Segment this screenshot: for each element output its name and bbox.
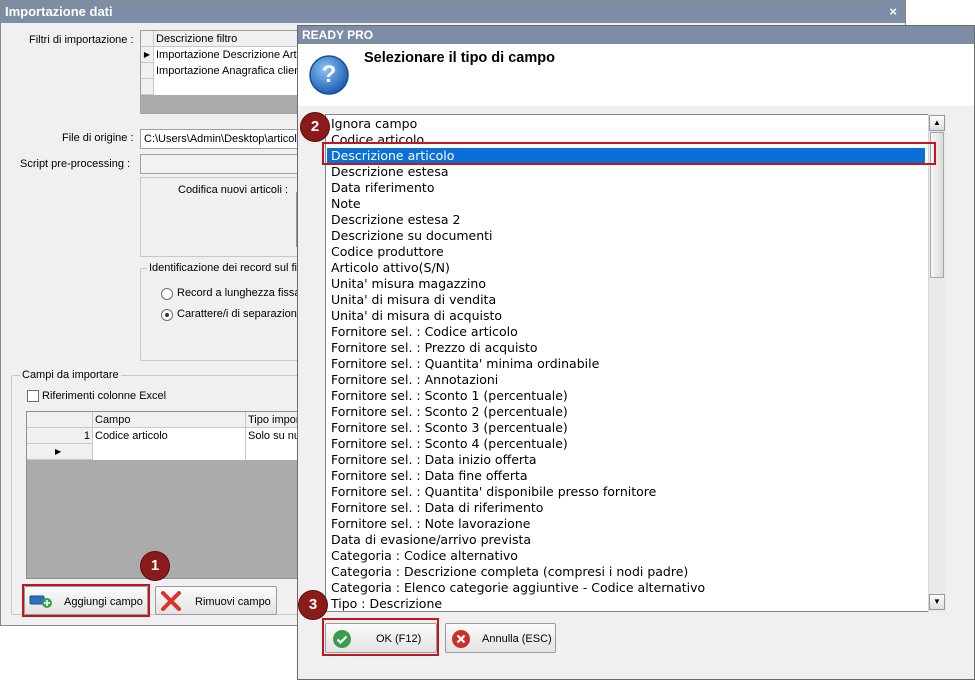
list-item[interactable]: Fornitore sel. : Codice articolo xyxy=(331,324,518,340)
question-mark: ? xyxy=(321,61,337,88)
remove-field-icon xyxy=(160,591,182,614)
radio-fixed-length-label: Record a lunghezza fissa xyxy=(177,287,301,299)
list-item[interactable]: Fornitore sel. : Data fine offerta xyxy=(331,468,528,484)
table-new-row[interactable] xyxy=(93,444,246,460)
scroll-up-icon[interactable]: ▲ xyxy=(929,115,945,131)
list-item[interactable]: Articolo attivo(S/N) xyxy=(331,260,450,276)
filters-grid[interactable]: Descrizione filtro ▶ Importazione Descri… xyxy=(140,30,300,114)
origin-file-field[interactable]: C:\Users\Admin\Desktop\articoli xyxy=(140,129,300,149)
scroll-down-icon[interactable]: ▼ xyxy=(929,594,945,610)
highlight-ok-button xyxy=(322,618,439,656)
row-number: 1 xyxy=(27,428,93,444)
list-item[interactable]: Descrizione estesa xyxy=(331,164,449,180)
list-item[interactable]: Fornitore sel. : Sconto 2 (percentuale) xyxy=(331,404,568,420)
list-item[interactable]: Fornitore sel. : Quantita' minima ordina… xyxy=(331,356,599,372)
radio-separator-label: Carattere/i di separazione xyxy=(177,308,303,320)
dialog-heading: Selezionare il tipo di campo xyxy=(364,50,555,66)
import-window-titlebar: Importazione dati xyxy=(1,1,905,23)
identification-label: Identificazione dei record sul file xyxy=(147,262,308,274)
table-cell-tipo[interactable]: Solo su nu xyxy=(246,428,300,444)
script-label: Script pre-processing : xyxy=(20,158,131,170)
grid-corner xyxy=(141,31,154,47)
filters-header: Descrizione filtro xyxy=(154,31,299,47)
excel-checkbox-label: Riferimenti colonne Excel xyxy=(42,390,167,402)
list-item[interactable]: Fornitore sel. : Quantita' disponibile p… xyxy=(331,484,656,500)
list-item[interactable]: Fornitore sel. : Note lavorazione xyxy=(331,516,530,532)
list-item[interactable]: Unita' di misura di acquisto xyxy=(331,308,502,324)
excel-checkbox[interactable] xyxy=(27,390,39,402)
table-new-row[interactable] xyxy=(246,444,300,460)
cancel-button-label: Annulla (ESC) xyxy=(482,633,552,645)
filter-row[interactable]: Importazione Descrizione Artic xyxy=(155,47,299,63)
origin-label: File di origine : xyxy=(62,132,134,144)
cancel-x-icon xyxy=(451,629,471,652)
highlight-add-button xyxy=(22,584,150,617)
row-header xyxy=(141,79,154,95)
list-item[interactable]: Categoria : Codice alternativo xyxy=(331,548,518,564)
close-icon[interactable]: × xyxy=(889,1,897,23)
import-window-title: Importazione dati xyxy=(5,4,113,19)
step-badge-1: 1 xyxy=(141,552,169,580)
list-item[interactable]: Fornitore sel. : Sconto 1 (percentuale) xyxy=(331,388,568,404)
dialog-header: ? Selezionare il tipo di campo xyxy=(298,44,974,106)
list-item[interactable]: Categoria : Elenco categorie aggiuntive … xyxy=(331,580,705,596)
list-item[interactable]: Codice produttore xyxy=(331,244,444,260)
grid-empty-area xyxy=(141,95,299,113)
new-row-pointer-icon: ▶ xyxy=(27,444,93,460)
list-item[interactable]: Note xyxy=(331,196,361,212)
table-header-campo: Campo xyxy=(93,412,246,428)
filter-row[interactable]: Importazione Anagrafica clien xyxy=(155,63,299,79)
radio-separator[interactable] xyxy=(161,309,173,321)
list-item[interactable]: Categoria : Descrizione completa (compre… xyxy=(331,564,688,580)
list-item[interactable]: Fornitore sel. : Data inizio offerta xyxy=(331,452,537,468)
script-field[interactable] xyxy=(140,154,300,174)
row-pointer-icon: ▶ xyxy=(141,47,154,63)
row-header xyxy=(141,63,154,79)
table-header-tipo: Tipo impor xyxy=(246,412,300,428)
list-item[interactable]: Unita' misura magazzino xyxy=(331,276,486,292)
fields-table[interactable]: Campo Tipo impor 1 Codice articolo Solo … xyxy=(26,411,301,579)
table-cell-campo[interactable]: Codice articolo xyxy=(93,428,246,444)
list-item[interactable]: Ignora campo xyxy=(331,116,417,132)
dialog-title: READY PRO xyxy=(302,28,374,42)
list-item[interactable]: Tipo : Descrizione xyxy=(331,596,442,611)
list-item[interactable]: Fornitore sel. : Annotazioni xyxy=(331,372,498,388)
remove-field-label: Rimuovi campo xyxy=(195,596,271,608)
list-item[interactable]: Unita' di misura di vendita xyxy=(331,292,496,308)
field-type-list[interactable]: Ignora campo Codice articolo Descrizione a… xyxy=(325,114,946,612)
step-badge-2: 2 xyxy=(301,113,329,141)
highlight-selected-item xyxy=(322,142,936,165)
list-item[interactable]: Fornitore sel. : Data di riferimento xyxy=(331,500,543,516)
remove-field-button[interactable]: Rimuovi campo xyxy=(155,586,277,615)
list-item[interactable]: Fornitore sel. : Sconto 4 (percentuale) xyxy=(331,436,568,452)
radio-fixed-length[interactable] xyxy=(161,288,173,300)
question-icon: ? xyxy=(308,54,350,96)
list-item[interactable]: Data di evasione/arrivo prevista xyxy=(331,532,531,548)
list-item[interactable]: Descrizione su documenti xyxy=(331,228,493,244)
list-item[interactable]: Data riferimento xyxy=(331,180,434,196)
list-scrollbar[interactable]: ▲ ▼ xyxy=(928,114,946,612)
list-item[interactable]: Descrizione estesa 2 xyxy=(331,212,460,228)
table-corner xyxy=(27,412,93,428)
filters-label: Filtri di importazione : xyxy=(29,34,134,46)
dialog-titlebar: READY PRO xyxy=(298,26,974,44)
step-badge-3: 3 xyxy=(299,591,327,619)
list-item[interactable]: Fornitore sel. : Sconto 3 (percentuale) xyxy=(331,420,568,436)
identification-group: Identificazione dei record sul file Reco… xyxy=(140,262,308,361)
select-field-dialog: READY PRO ? Selezionare il tipo di campo… xyxy=(297,25,975,680)
fields-group-label: Campi da importare xyxy=(20,369,121,381)
list-item[interactable]: Fornitore sel. : Prezzo di acquisto xyxy=(331,340,538,356)
cancel-button[interactable]: Annulla (ESC) xyxy=(445,623,556,653)
codifica-label: Codifica nuovi articoli : xyxy=(178,184,289,196)
codifica-panel: Codifica nuovi articoli : xyxy=(140,177,301,257)
